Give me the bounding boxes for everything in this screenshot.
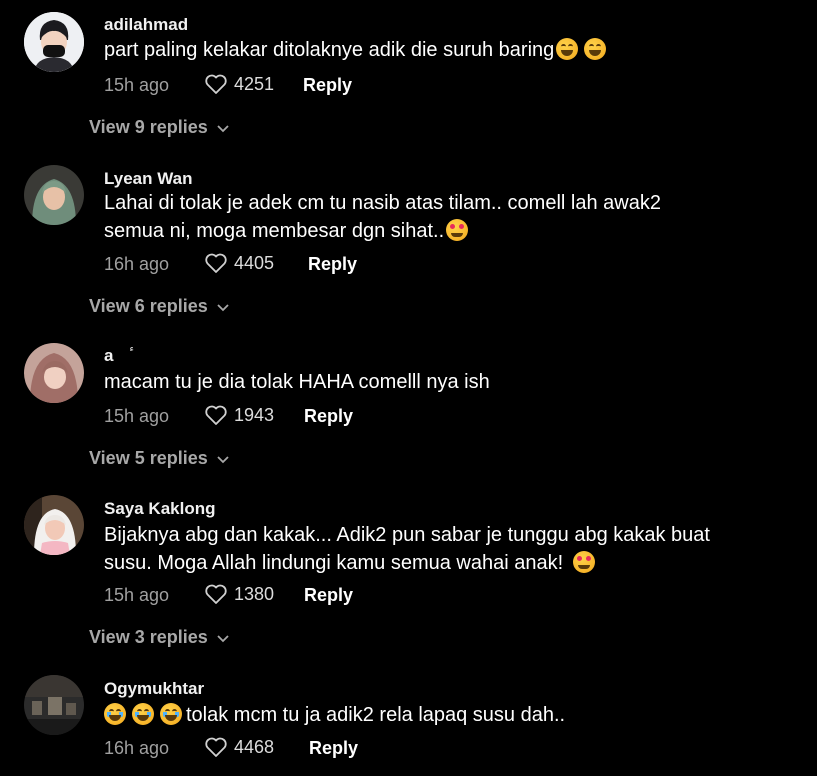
view-replies-label: View 3 replies [89, 627, 208, 647]
comment-text-line: susu. Moga Allah lindungi kamu semua wah… [104, 552, 564, 574]
comment-username[interactable]: Lyean Wan [104, 169, 192, 189]
like-button[interactable]: 1943 [204, 404, 274, 426]
avatar[interactable] [24, 495, 84, 555]
view-replies-label: View 9 replies [89, 117, 208, 137]
comment-text: part paling kelakar ditolaknye adik die … [104, 36, 784, 64]
tears-of-joy-emoji [132, 703, 154, 725]
chevron-down-icon [217, 124, 229, 132]
avatar[interactable] [24, 165, 84, 225]
avatar[interactable] [24, 343, 84, 403]
comment-time: 15h ago [104, 75, 170, 95]
view-replies-button[interactable]: View 6 replies [89, 296, 230, 317]
chevron-down-icon [217, 455, 229, 463]
like-button[interactable]: 4468 [204, 736, 274, 758]
comment-meta: 15h ago 1943 Reply [104, 404, 504, 430]
comment-text-line: Bijaknya abg dan kakak... Adik2 pun saba… [104, 524, 710, 546]
reply-button[interactable]: Reply [304, 585, 353, 606]
chevron-down-icon [217, 303, 229, 311]
comment-time: 16h ago [104, 738, 170, 758]
comment-time: 16h ago [104, 254, 170, 274]
reply-button[interactable]: Reply [303, 75, 352, 96]
view-replies-button[interactable]: View 9 replies [89, 117, 230, 138]
reply-button[interactable]: Reply [304, 406, 353, 427]
view-replies-label: View 5 replies [89, 448, 208, 468]
view-replies-button[interactable]: View 5 replies [89, 448, 230, 469]
tears-of-joy-emoji [160, 703, 182, 725]
comment-time: 15h ago [104, 406, 170, 426]
comment-text-line: semua ni, moga membesar dgn sihat.. [104, 220, 445, 242]
comment-text: Lahai di tolak je adek cm tu nasib atas … [104, 189, 784, 245]
comment-meta: 15h ago 1380 Reply [104, 583, 504, 609]
chevron-down-icon [217, 634, 229, 642]
heart-outline-icon [205, 737, 227, 757]
comment-text-content: part paling kelakar ditolaknye adik die … [104, 39, 555, 61]
comment-time: 15h ago [104, 585, 170, 605]
reply-button[interactable]: Reply [308, 254, 357, 275]
comment-username[interactable]: Ogymukhtar [104, 679, 204, 699]
comment-text-content: tolak mcm tu ja adik2 rela lapaq susu da… [186, 704, 566, 726]
comment-text-content: macam tu je dia tolak HAHA comelll nya i… [104, 371, 490, 393]
like-button[interactable]: 4405 [204, 252, 274, 274]
heart-outline-icon [205, 74, 227, 94]
like-count: 1380 [234, 583, 275, 604]
comment-username[interactable]: adilahmad [104, 15, 188, 35]
comment-text: macam tu je dia tolak HAHA comelll nya i… [104, 368, 784, 396]
avatar[interactable] [24, 12, 84, 72]
comment-text-line: Lahai di tolak je adek cm tu nasib atas … [104, 192, 661, 214]
like-count: 4251 [234, 73, 275, 94]
comment-meta: 16h ago 4468 Reply [104, 736, 504, 762]
reply-button[interactable]: Reply [309, 738, 358, 759]
smiling-hearts-emoji [573, 551, 596, 573]
comment-text: tolak mcm tu ja adik2 rela lapaq susu da… [104, 701, 784, 729]
comment-username[interactable]: aٔ [104, 346, 127, 366]
grinning-sweat-emoji [556, 38, 579, 60]
comment-meta: 15h ago 4251 Reply [104, 73, 504, 99]
like-count: 1943 [234, 404, 275, 425]
comment-text: Bijaknya abg dan kakak... Adik2 pun saba… [104, 521, 784, 577]
heart-outline-icon [205, 253, 227, 273]
like-button[interactable]: 1380 [204, 583, 274, 605]
view-replies-label: View 6 replies [89, 296, 208, 316]
tears-of-joy-emoji [104, 703, 126, 725]
comment-username[interactable]: Saya Kaklong [104, 499, 216, 519]
heart-outline-icon [205, 584, 227, 604]
like-count: 4468 [234, 736, 275, 757]
like-button[interactable]: 4251 [204, 73, 274, 95]
like-count: 4405 [234, 252, 275, 273]
avatar[interactable] [24, 675, 84, 735]
comment-username-text: a [104, 346, 114, 365]
comment-meta: 16h ago 4405 Reply [104, 252, 504, 278]
grinning-sweat-emoji [584, 38, 607, 60]
heart-outline-icon [205, 405, 227, 425]
view-replies-button[interactable]: View 3 replies [89, 627, 230, 648]
smiling-hearts-emoji [446, 219, 469, 241]
